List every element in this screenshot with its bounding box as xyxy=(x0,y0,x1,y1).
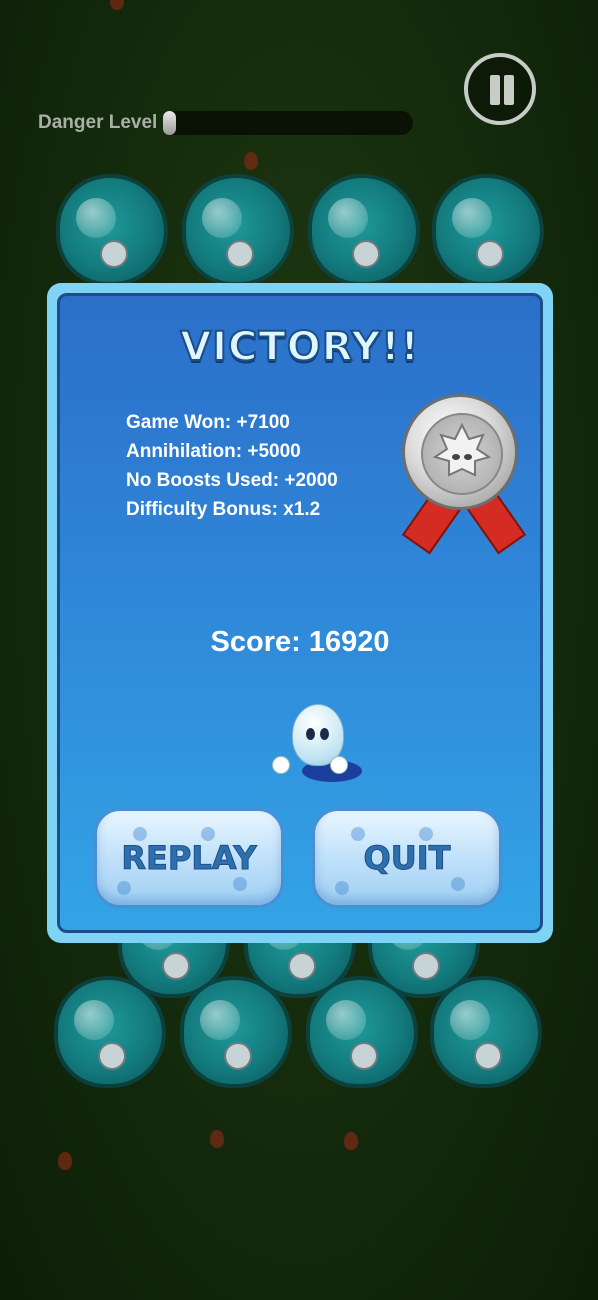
bug-icon xyxy=(344,1132,358,1150)
quit-button-label: QUIT xyxy=(363,839,451,878)
bug-icon xyxy=(110,0,124,10)
slime-blob-icon xyxy=(186,178,290,282)
victory-dialog-body: VICTORY!! Game Won: +7100 Annihilation: … xyxy=(57,293,543,933)
silver-medal-icon xyxy=(396,394,527,555)
slime-blob-icon xyxy=(310,980,414,1084)
slime-blob-icon xyxy=(58,980,162,1084)
danger-level-fill xyxy=(163,111,176,135)
danger-level-bar xyxy=(163,111,413,135)
mascot-character-icon xyxy=(272,704,372,794)
slime-blob-icon xyxy=(436,178,540,282)
slime-blob-icon xyxy=(60,178,164,282)
victory-dialog: VICTORY!! Game Won: +7100 Annihilation: … xyxy=(47,283,553,943)
pause-icon xyxy=(490,75,500,105)
bonus-annihilation: Annihilation: +5000 xyxy=(126,441,301,462)
quit-button[interactable]: QUIT xyxy=(312,808,502,908)
bonus-game-won: Game Won: +7100 xyxy=(126,412,290,433)
pause-button[interactable] xyxy=(464,53,536,125)
bug-icon xyxy=(210,1130,224,1148)
slime-blob-icon xyxy=(312,178,416,282)
bonus-no-boosts: No Boosts Used: +2000 xyxy=(126,470,338,491)
score-text: Score: 16920 xyxy=(210,626,390,658)
slime-blob-icon xyxy=(184,980,288,1084)
danger-level-label: Danger Level xyxy=(38,112,158,133)
slime-blob-icon xyxy=(434,980,538,1084)
dialog-title: VICTORY!! xyxy=(179,323,420,371)
replay-button[interactable]: REPLAY xyxy=(94,808,284,908)
bug-icon xyxy=(58,1152,72,1170)
bonus-difficulty: Difficulty Bonus: x1.2 xyxy=(126,499,321,520)
bug-icon xyxy=(244,152,258,170)
bonus-list: Game Won: +7100 Annihilation: +5000 No B… xyxy=(126,408,338,524)
replay-button-label: REPLAY xyxy=(121,839,257,878)
